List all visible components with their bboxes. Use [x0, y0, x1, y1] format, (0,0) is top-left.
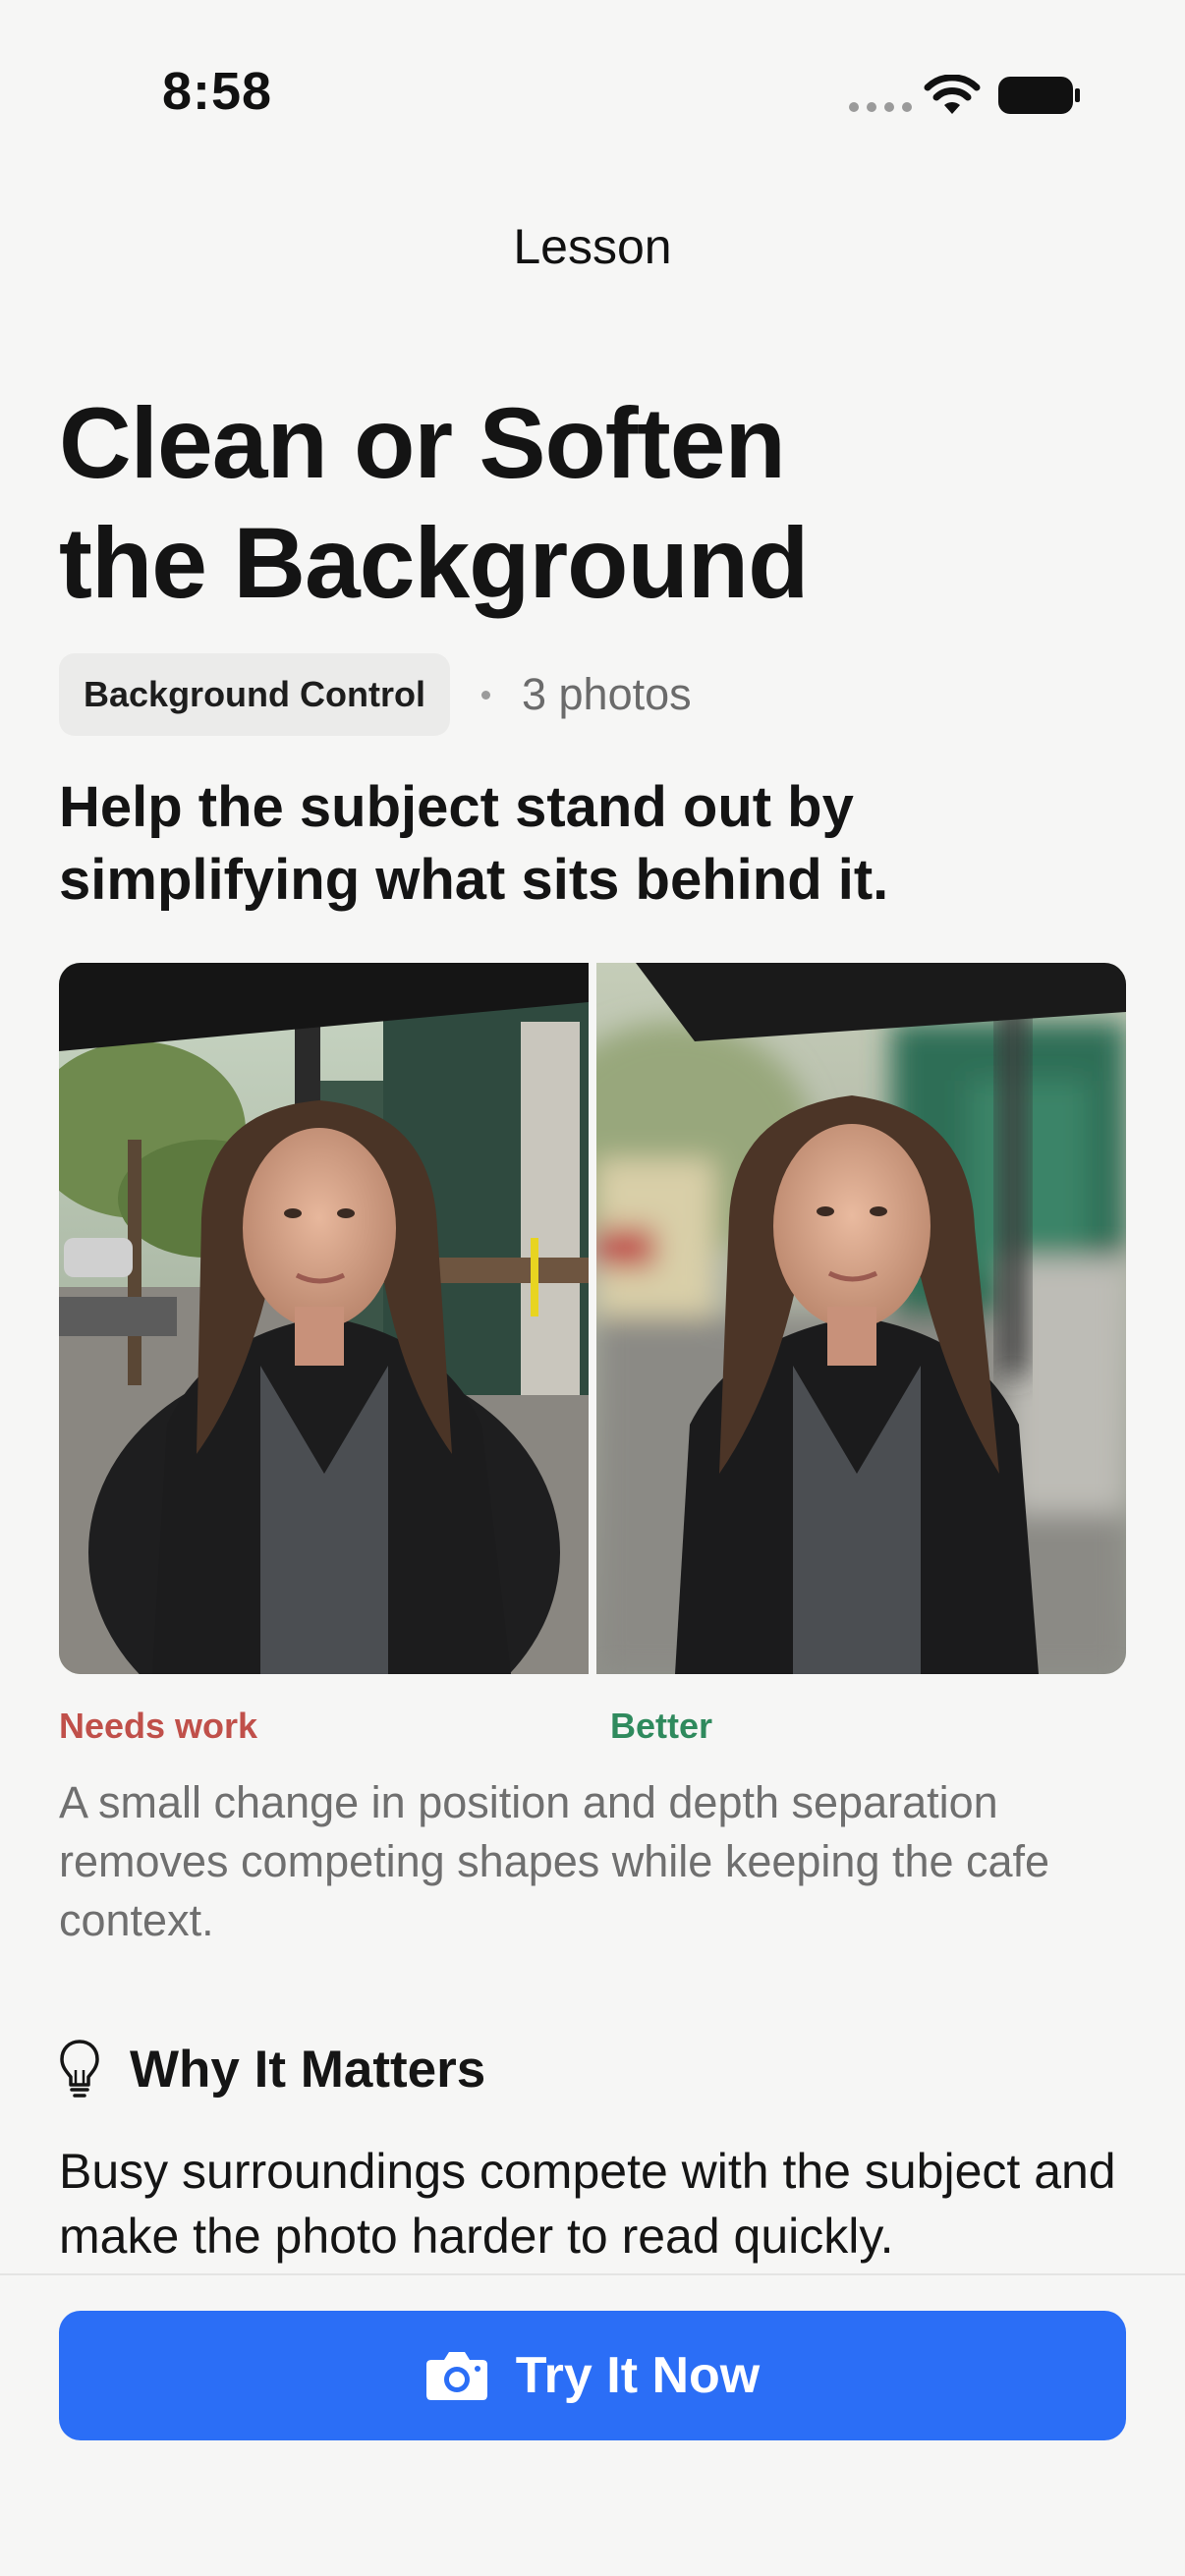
- photo-count: 3 photos: [522, 669, 692, 719]
- separator-dot: [481, 690, 490, 700]
- after-photo[interactable]: [596, 963, 1126, 1674]
- cellular-signal-icon: [849, 102, 912, 112]
- try-it-now-button[interactable]: Try It Now: [59, 2311, 1126, 2440]
- better-label: Better: [610, 1706, 713, 1746]
- why-it-matters-title: Why It Matters: [130, 2040, 486, 2099]
- lesson-screen: 8:58 Lesson Clean or Soften the Backgrou…: [0, 0, 1185, 2576]
- nav-title: Lesson: [513, 219, 672, 274]
- comparison-description: A small change in position and depth sep…: [59, 1777, 1050, 1945]
- needs-work-label: Needs work: [59, 1706, 258, 1746]
- lightbulb-icon: [60, 2040, 99, 2098]
- lesson-title-line-1: Clean or Soften: [59, 387, 786, 499]
- lesson-subtitle: Help the subject stand out by simplifyin…: [59, 775, 889, 912]
- status-bar: 8:58: [0, 0, 1185, 147]
- category-chip: Background Control: [59, 653, 450, 736]
- status-time: 8:58: [162, 62, 273, 121]
- battery-icon: [998, 77, 1080, 114]
- lesson-title: Clean or Soften the Background: [59, 383, 1120, 623]
- lesson-meta: Background Control 3 photos: [59, 653, 692, 736]
- bottom-action-bar: Try It Now: [0, 2273, 1185, 2576]
- before-after-comparison: [59, 963, 1126, 1674]
- why-it-matters-body: Busy surroundings compete with the subje…: [59, 2144, 1116, 2264]
- wifi-icon: [924, 75, 981, 114]
- try-it-now-label: Try It Now: [515, 2347, 761, 2404]
- camera-icon: [425, 2352, 487, 2400]
- why-it-matters-header: Why It Matters: [59, 2039, 485, 2100]
- before-photo[interactable]: [59, 963, 589, 1674]
- lesson-title-line-2: the Background: [59, 507, 809, 619]
